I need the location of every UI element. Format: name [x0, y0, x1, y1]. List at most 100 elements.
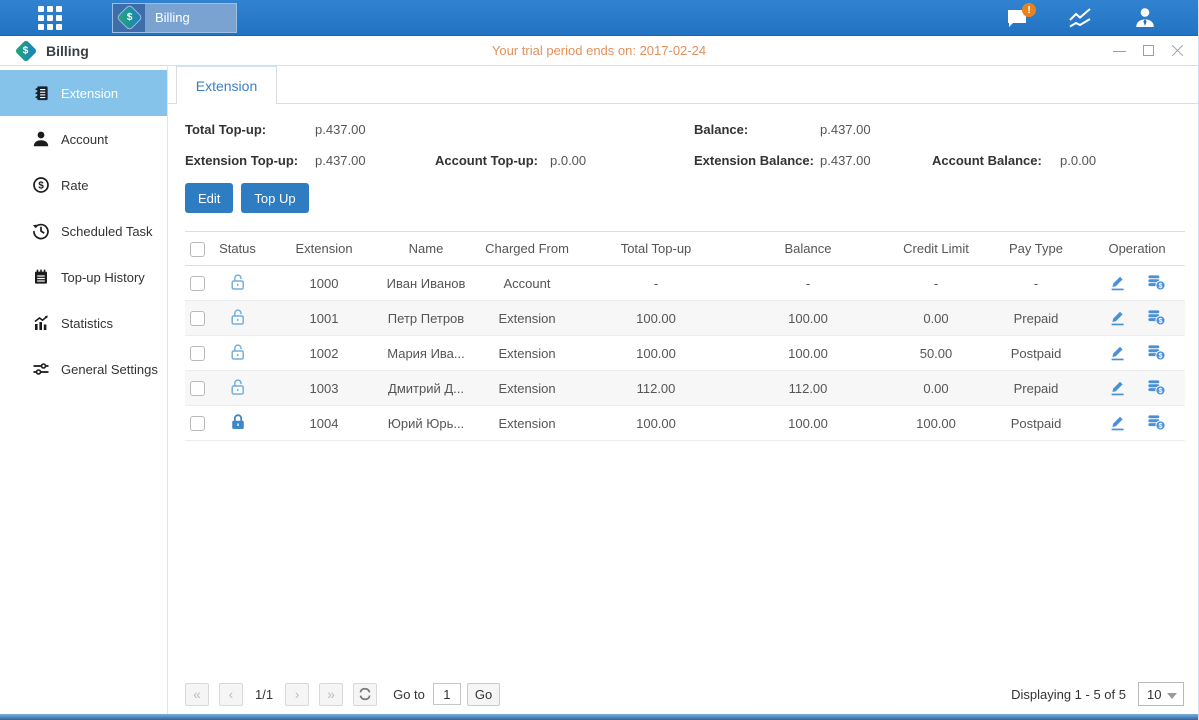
goto-label: Go to	[393, 687, 425, 702]
goto-page-input[interactable]	[433, 683, 461, 705]
unlocked-icon	[229, 308, 247, 326]
table-row: 1003 Дмитрий Д... Extension 112.00 112.0…	[185, 371, 1185, 406]
cell-name: Юрий Юрь...	[383, 406, 469, 441]
cell-extension: 1004	[265, 406, 383, 441]
first-page-button[interactable]: «	[185, 683, 209, 706]
edit-pencil-icon[interactable]	[1108, 412, 1128, 432]
row-checkbox[interactable]	[190, 381, 205, 396]
sidebar-item-rate[interactable]: $ Rate	[0, 162, 167, 208]
minimize-icon[interactable]	[1113, 44, 1126, 57]
sidebar-item-extension[interactable]: Extension	[0, 70, 167, 116]
page-size-select[interactable]: 10	[1138, 682, 1184, 706]
svg-text:$: $	[1159, 387, 1163, 395]
cell-balance: 100.00	[727, 301, 889, 336]
cell-pay-type: Postpaid	[983, 336, 1089, 371]
row-checkbox[interactable]	[190, 346, 205, 361]
apps-grid-icon[interactable]	[38, 6, 68, 30]
cell-charged-from: Account	[469, 266, 585, 301]
account-balance-label: Account Balance:	[932, 153, 1060, 168]
cell-balance: 112.00	[727, 371, 889, 406]
go-button[interactable]: Go	[467, 683, 500, 706]
pagination-bar: « ‹ 1/1 › » Go to Go Displaying 1 - 5 of…	[185, 682, 1184, 706]
row-checkbox[interactable]	[190, 416, 205, 431]
topup-coins-icon[interactable]: $	[1146, 342, 1166, 362]
prev-page-button[interactable]: ‹	[219, 683, 243, 706]
cell-charged-from: Extension	[469, 301, 585, 336]
main-content: Extension Total Top-up: p.437.00 Extensi…	[168, 66, 1198, 714]
window-title-bar: $ Billing Your trial period ends on: 201…	[0, 36, 1198, 66]
svg-text:$: $	[1159, 422, 1163, 430]
extension-balance-label: Extension Balance:	[694, 153, 820, 168]
locked-icon	[229, 413, 247, 431]
topup-coins-icon[interactable]: $	[1146, 412, 1166, 432]
edit-button[interactable]: Edit	[185, 183, 233, 213]
topup-coins-icon[interactable]: $	[1146, 272, 1166, 292]
account-balance-value: p.0.00	[1060, 153, 1096, 168]
cell-charged-from: Extension	[469, 371, 585, 406]
close-icon[interactable]	[1171, 44, 1184, 57]
cell-extension: 1001	[265, 301, 383, 336]
edit-pencil-icon[interactable]	[1108, 342, 1128, 362]
edit-pencil-icon[interactable]	[1108, 272, 1128, 292]
topup-coins-icon[interactable]: $	[1146, 377, 1166, 397]
table-header-row: StatusExtensionNameCharged FromTotal Top…	[185, 232, 1185, 266]
cell-total-topup: 100.00	[585, 301, 727, 336]
balance-label: Balance:	[694, 122, 820, 137]
column-header-balance: Balance	[727, 232, 889, 266]
row-checkbox[interactable]	[190, 311, 205, 326]
extension-balance-value: p.437.00	[820, 153, 932, 168]
topup-button[interactable]: Top Up	[241, 183, 308, 213]
page-size-value: 10	[1147, 687, 1161, 702]
messages-button[interactable]: !	[1004, 5, 1030, 31]
unlocked-icon	[229, 378, 247, 396]
cell-credit-limit: 100.00	[889, 406, 983, 441]
extension-topup-label: Extension Top-up:	[185, 153, 315, 168]
billing-diamond-icon: $	[113, 4, 145, 32]
sidebar-item-statistics[interactable]: Statistics	[0, 300, 167, 346]
cell-credit-limit: -	[889, 266, 983, 301]
total-topup-label: Total Top-up:	[185, 122, 315, 137]
cell-charged-from: Extension	[469, 406, 585, 441]
billing-app-window: $ Billing ! $ Billing Your trial period …	[0, 0, 1199, 720]
svg-text:$: $	[38, 181, 44, 192]
cell-pay-type: -	[983, 266, 1089, 301]
extension-topup-value: p.437.00	[315, 153, 435, 168]
sidebar-item-general-settings[interactable]: General Settings	[0, 346, 167, 392]
refresh-button[interactable]	[353, 683, 377, 706]
account-button[interactable]	[1132, 5, 1158, 31]
svg-text:$: $	[1159, 317, 1163, 325]
billing-app-tab-label: Billing	[145, 10, 236, 25]
settings-sliders-icon	[31, 359, 51, 379]
cell-credit-limit: 50.00	[889, 336, 983, 371]
user-icon	[1133, 6, 1157, 30]
last-page-button[interactable]: »	[319, 683, 343, 706]
sidebar-item-scheduled-task[interactable]: Scheduled Task	[0, 208, 167, 254]
toolbar: Edit Top Up	[185, 183, 1184, 213]
cell-name: Мария Ива...	[383, 336, 469, 371]
reports-button[interactable]	[1068, 5, 1094, 31]
tab-extension[interactable]: Extension	[176, 66, 277, 104]
cell-name: Иван Иванов	[383, 266, 469, 301]
cell-balance: -	[727, 266, 889, 301]
topup-coins-icon[interactable]: $	[1146, 307, 1166, 327]
cell-extension: 1002	[265, 336, 383, 371]
table-row: 1000 Иван Иванов Account - - - - $	[185, 266, 1185, 301]
edit-pencil-icon[interactable]	[1108, 377, 1128, 397]
cell-charged-from: Extension	[469, 336, 585, 371]
next-page-button[interactable]: ›	[285, 683, 309, 706]
select-all-checkbox[interactable]	[190, 242, 205, 257]
edit-pencil-icon[interactable]	[1108, 307, 1128, 327]
column-header-charged-from: Charged From	[469, 232, 585, 266]
sidebar-item-account[interactable]: Account	[0, 116, 167, 162]
maximize-icon[interactable]	[1142, 44, 1155, 57]
history-clock-icon	[31, 221, 51, 241]
row-checkbox[interactable]	[190, 276, 205, 291]
billing-app-tab[interactable]: $ Billing	[112, 3, 237, 33]
balance-value: p.437.00	[820, 122, 871, 137]
account-topup-label: Account Top-up:	[435, 153, 550, 168]
sidebar-item-top-up-history[interactable]: Top-up History	[0, 254, 167, 300]
cell-total-topup: 100.00	[585, 336, 727, 371]
column-header-status: Status	[210, 232, 265, 266]
page-indicator: 1/1	[255, 687, 273, 702]
cell-credit-limit: 0.00	[889, 371, 983, 406]
